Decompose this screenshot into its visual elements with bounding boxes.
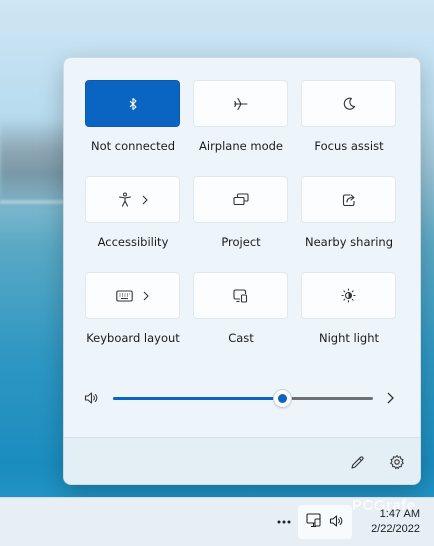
chevron-right-icon[interactable] (386, 390, 394, 409)
moon-icon (342, 97, 356, 111)
tile-keyboard-layout[interactable] (85, 272, 180, 319)
volume-slider-fill (113, 397, 282, 400)
quick-settings-footer (64, 437, 420, 484)
tile-bluetooth[interactable] (85, 80, 180, 127)
system-tray-button[interactable] (298, 505, 352, 539)
chevron-right-icon (143, 291, 149, 301)
clock-date: 2/22/2022 (371, 523, 420, 535)
tile-label: Not connected (90, 139, 176, 153)
tile-label: Focus assist (314, 139, 384, 153)
tile-label: Keyboard layout (86, 331, 180, 345)
tile-night-light[interactable] (301, 272, 396, 319)
bluetooth-icon (127, 97, 139, 111)
keyboard-icon (116, 289, 133, 302)
network-icon (306, 512, 322, 532)
tile-nearby-sharing[interactable] (301, 176, 396, 223)
tile-label: Project (221, 235, 261, 249)
volume-slider-thumb[interactable] (274, 390, 291, 407)
speaker-icon (329, 513, 344, 532)
chevron-right-icon (142, 195, 148, 205)
project-icon (232, 193, 249, 206)
tile-label: Airplane mode (199, 139, 283, 153)
tile-airplane-mode[interactable] (193, 80, 288, 127)
quick-settings-panel: Not connected Airplane mode Focus assist… (63, 57, 421, 485)
airplane-icon (233, 97, 249, 111)
tile-focus-assist[interactable] (301, 80, 396, 127)
speaker-icon[interactable] (84, 390, 99, 409)
cast-icon (233, 288, 248, 303)
accessibility-icon (118, 192, 132, 207)
volume-slider-row (64, 388, 420, 409)
more-icon[interactable] (274, 515, 294, 529)
night-light-icon (341, 288, 356, 303)
tile-project[interactable] (193, 176, 288, 223)
tile-label: Night light (318, 331, 380, 345)
tile-label: Cast (228, 331, 254, 345)
tile-cast[interactable] (193, 272, 288, 319)
tile-accessibility[interactable] (85, 176, 180, 223)
tile-label: Accessibility (97, 235, 169, 249)
pencil-icon[interactable] (348, 453, 366, 471)
share-icon (342, 193, 356, 207)
gear-icon[interactable] (388, 453, 406, 471)
volume-slider-track[interactable] (113, 390, 373, 407)
tile-label: Nearby sharing (304, 235, 394, 249)
watermark-logo: PCGrafe (352, 497, 416, 514)
